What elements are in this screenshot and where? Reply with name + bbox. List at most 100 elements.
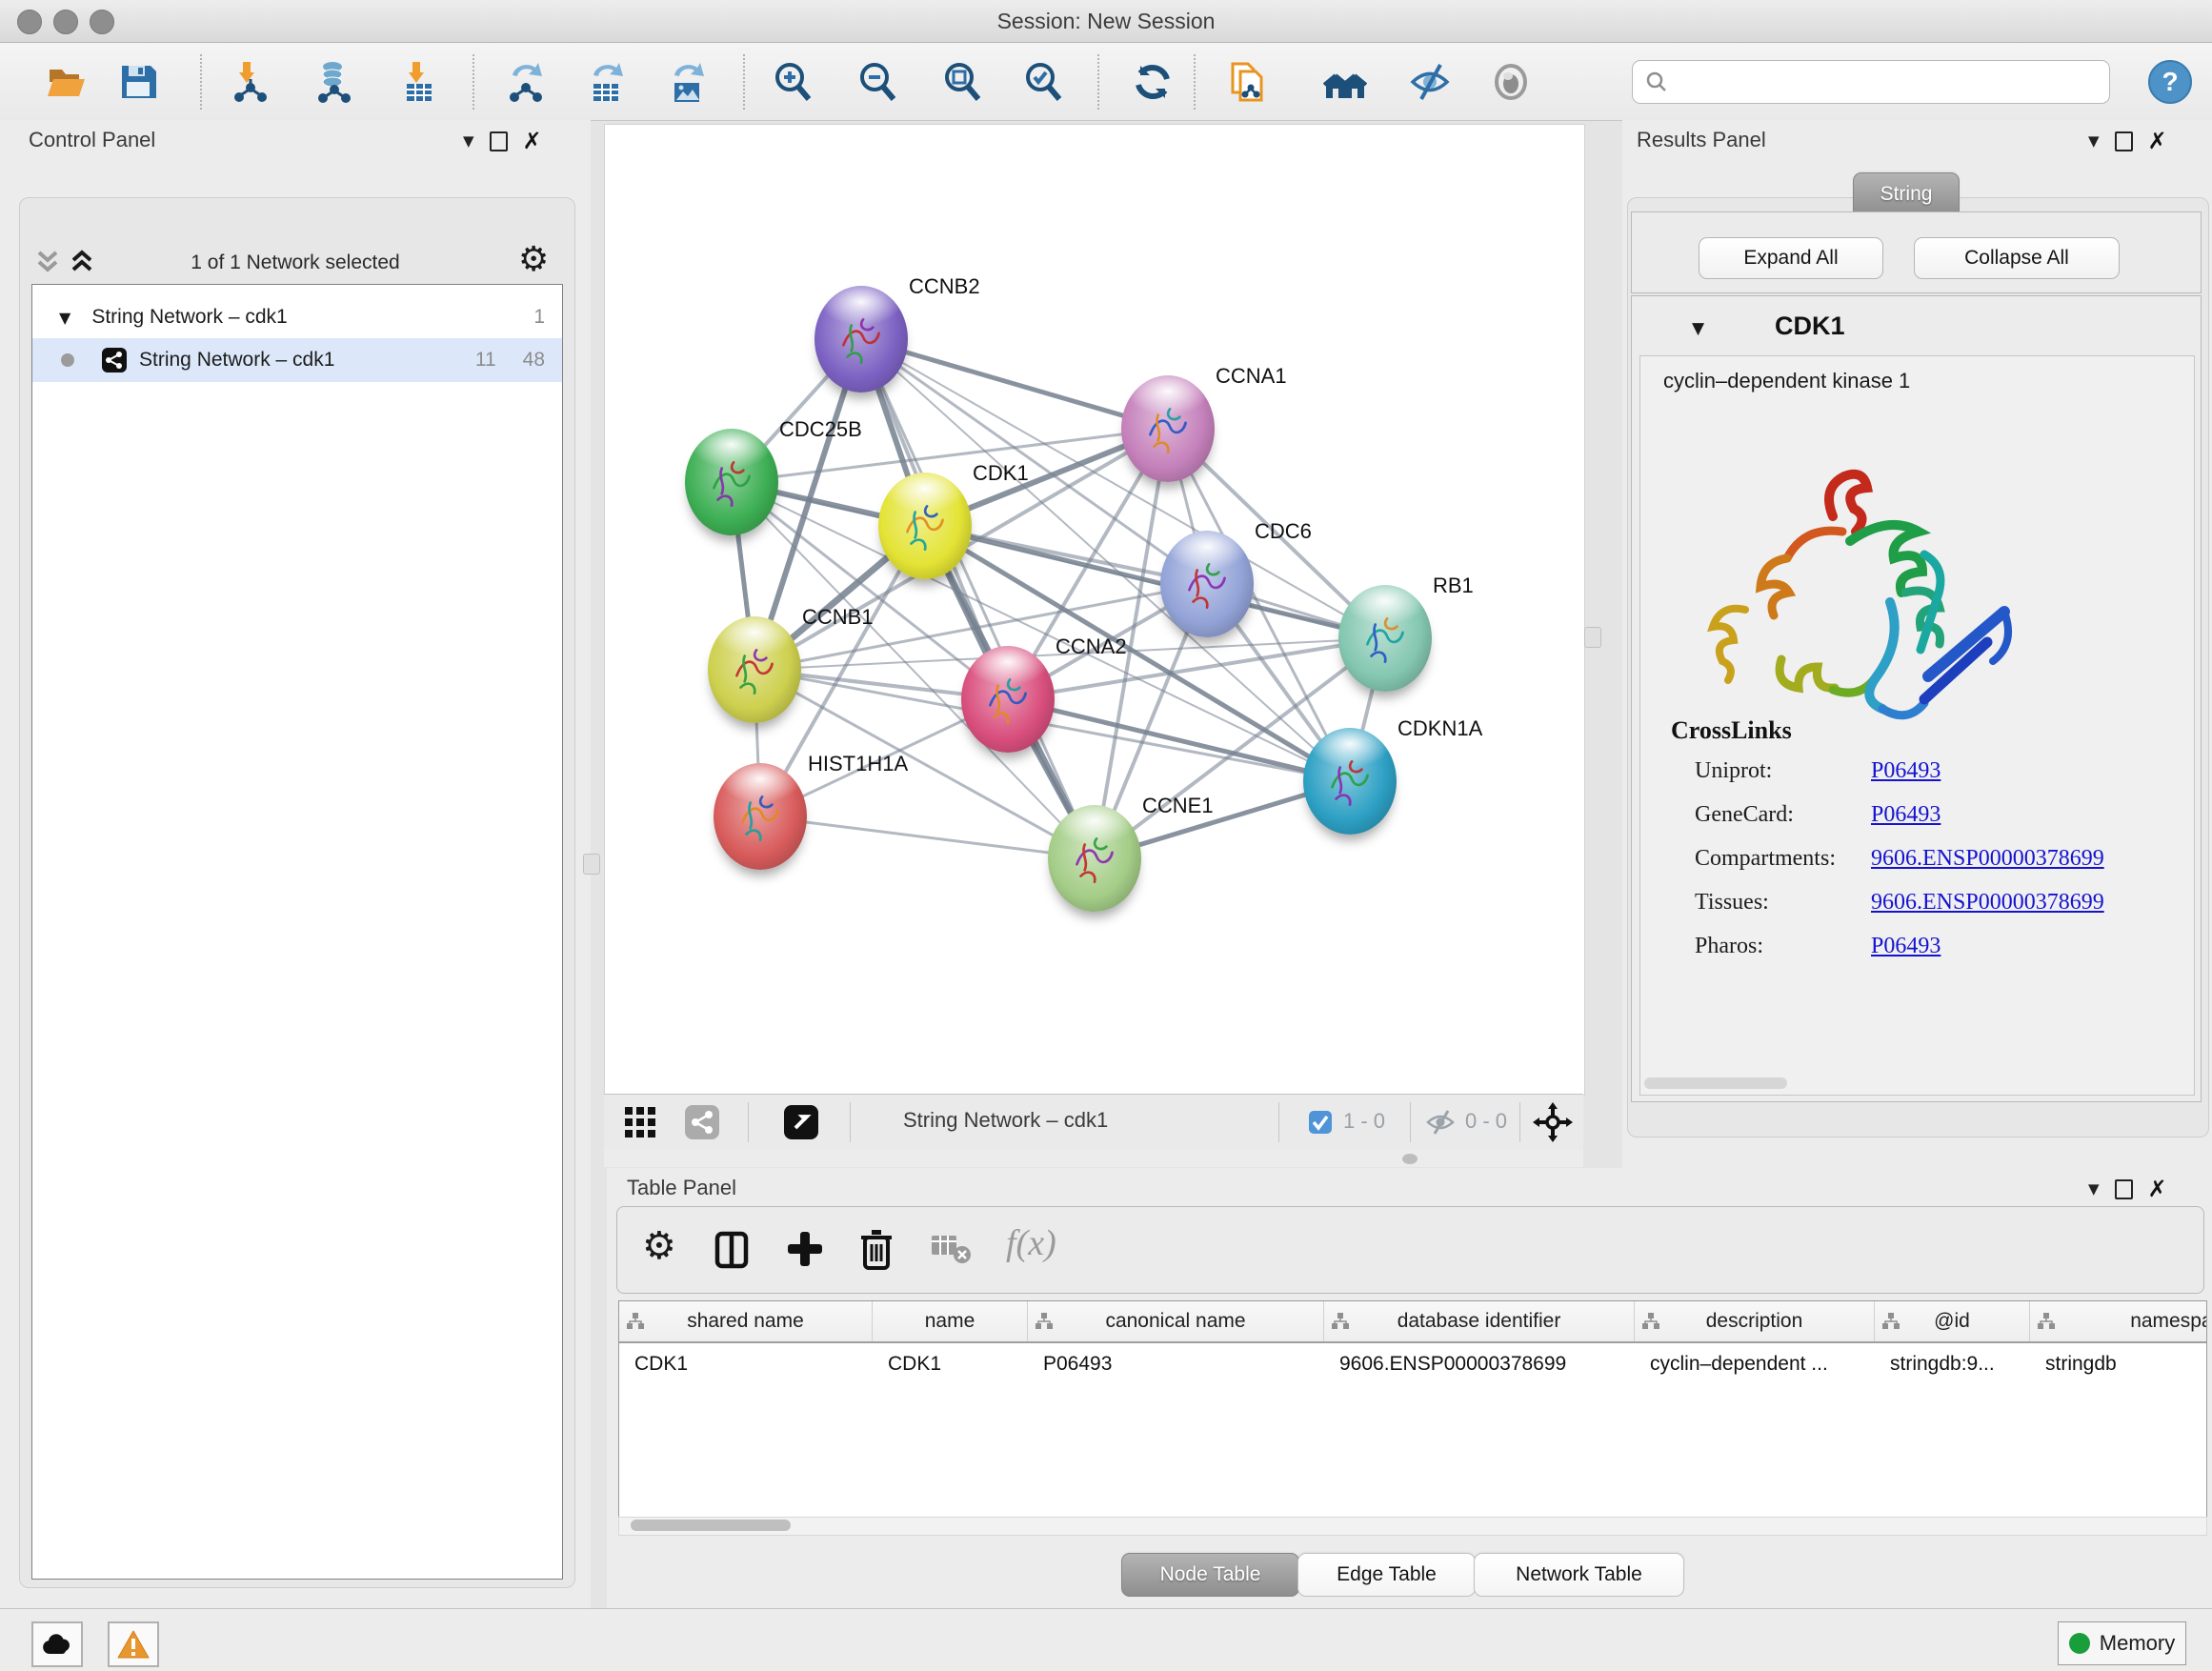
column-header-canonical-name[interactable]: canonical name xyxy=(1028,1301,1324,1341)
table-cell[interactable]: stringdb:9... xyxy=(1875,1343,2030,1385)
float-panel-icon[interactable] xyxy=(490,131,508,151)
expand-all-chevron-icon[interactable] xyxy=(69,248,95,276)
table-hscrollbar-thumb[interactable] xyxy=(631,1520,791,1531)
network-node-CCNA2[interactable] xyxy=(961,646,1055,753)
first-neighbors-icon[interactable] xyxy=(1321,58,1369,106)
show-columns-icon[interactable] xyxy=(714,1231,749,1269)
save-session-icon[interactable] xyxy=(114,58,162,106)
collapse-all-chevron-icon[interactable] xyxy=(34,248,61,276)
selected-indicator-checkbox-icon[interactable] xyxy=(1309,1111,1332,1134)
delete-columns-icon[interactable] xyxy=(859,1228,894,1270)
crosslink-link[interactable]: P06493 xyxy=(1871,934,1941,959)
network-node-CDC6[interactable] xyxy=(1160,531,1254,637)
open-session-icon[interactable] xyxy=(43,58,90,106)
node-table[interactable]: shared namenamecanonical namedatabase id… xyxy=(618,1300,2207,1518)
network-node-RB1[interactable] xyxy=(1338,585,1432,692)
hide-selected-icon[interactable] xyxy=(1406,58,1454,106)
column-header-name[interactable]: name xyxy=(873,1301,1028,1341)
import-network-from-database-icon[interactable] xyxy=(310,58,357,106)
tab-string[interactable]: String xyxy=(1853,172,1960,216)
new-network-from-selection-icon[interactable] xyxy=(1223,58,1271,106)
tab-network-table[interactable]: Network Table xyxy=(1474,1553,1684,1597)
table-cell[interactable]: P06493 xyxy=(1028,1343,1324,1385)
zoom-out-icon[interactable] xyxy=(854,58,901,106)
search-input[interactable] xyxy=(1675,70,2109,94)
column-header-namespace[interactable]: namespace xyxy=(2030,1301,2207,1341)
crosslink-link[interactable]: P06493 xyxy=(1871,802,1941,828)
protein-structure-image[interactable] xyxy=(1690,440,2023,755)
network-node-CCNA1[interactable] xyxy=(1121,375,1215,482)
column-header-database-identifier[interactable]: database identifier xyxy=(1324,1301,1635,1341)
grid-view-icon[interactable] xyxy=(625,1107,657,1137)
network-node-HIST1H1A[interactable] xyxy=(714,763,807,870)
show-all-icon[interactable] xyxy=(1487,58,1535,106)
table-cell[interactable]: cyclin–dependent ... xyxy=(1635,1343,1875,1385)
table-cell[interactable]: CDK1 xyxy=(619,1343,873,1385)
section-scrollbar-thumb[interactable] xyxy=(1644,1077,1787,1089)
crosslink-link[interactable]: 9606.ENSP00000378699 xyxy=(1871,846,2104,872)
export-network-icon[interactable] xyxy=(501,58,549,106)
network-node-CCNE1[interactable] xyxy=(1048,805,1141,912)
network-node-CDK1[interactable] xyxy=(878,473,972,579)
zoom-fit-icon[interactable] xyxy=(938,58,986,106)
network-collection-row[interactable]: ▼ String Network – cdk1 1 xyxy=(32,296,562,338)
crosslink-link[interactable]: P06493 xyxy=(1871,758,1941,784)
table-cell[interactable]: stringdb xyxy=(2030,1343,2207,1385)
column-header-@id[interactable]: @id xyxy=(1875,1301,2030,1341)
search-field[interactable] xyxy=(1632,60,2110,104)
table-options-gear-icon[interactable]: ⚙ xyxy=(642,1224,676,1268)
close-panel-icon[interactable]: ✗ xyxy=(2148,130,2167,152)
table-hscrollbar-track[interactable] xyxy=(618,1517,2207,1536)
edge-CDK1-RB1[interactable] xyxy=(925,526,1385,638)
import-network-from-file-icon[interactable] xyxy=(226,58,273,106)
delete-table-icon[interactable] xyxy=(932,1234,972,1266)
close-panel-icon[interactable]: ✗ xyxy=(2148,1178,2167,1200)
zoom-in-icon[interactable] xyxy=(769,58,816,106)
export-table-icon[interactable] xyxy=(582,58,630,106)
apply-layout-icon[interactable] xyxy=(1129,58,1176,106)
pan-mode-icon[interactable] xyxy=(1533,1102,1573,1142)
panel-menu-icon[interactable]: ▼ xyxy=(2088,1180,2100,1198)
left-splitter-handle[interactable] xyxy=(583,854,600,875)
collapse-all-button[interactable]: Collapse All xyxy=(1914,237,2120,279)
float-panel-icon[interactable] xyxy=(2115,1179,2133,1199)
close-panel-icon[interactable]: ✗ xyxy=(523,130,542,152)
network-node-CCNB1[interactable] xyxy=(708,616,801,723)
tab-edge-table[interactable]: Edge Table xyxy=(1297,1553,1476,1597)
edge-HIST1H1A-CCNE1[interactable] xyxy=(760,816,1095,858)
zoom-selected-icon[interactable] xyxy=(1019,58,1067,106)
help-button[interactable]: ? xyxy=(2146,58,2194,106)
network-node-CCNB2[interactable] xyxy=(814,286,908,393)
expand-all-button[interactable]: Expand All xyxy=(1699,237,1883,279)
horizontal-splitter[interactable] xyxy=(604,1150,1583,1167)
warning-button[interactable] xyxy=(108,1621,159,1667)
memory-button[interactable]: Memory xyxy=(2058,1621,2186,1665)
netbar-separator xyxy=(850,1102,851,1142)
network-node-CDC25B[interactable] xyxy=(685,429,778,535)
network-options-gear-icon[interactable]: ⚙ xyxy=(518,240,549,279)
edge-CCNB2-CCNE1[interactable] xyxy=(861,339,1095,858)
network-view-icon[interactable] xyxy=(684,1104,720,1140)
toolbar-separator xyxy=(1194,54,1196,110)
birds-eye-view-icon[interactable] xyxy=(783,1104,819,1140)
cloud-button[interactable] xyxy=(31,1621,83,1667)
create-column-icon[interactable] xyxy=(787,1231,823,1267)
network-canvas[interactable]: CCNB2CCNA1CDC25BCDK1CDC6RB1CCNB1CCNA2CDK… xyxy=(604,124,1585,1096)
table-row[interactable]: CDK1CDK1P064939606.ENSP00000378699cyclin… xyxy=(619,1343,2206,1385)
tab-node-table[interactable]: Node Table xyxy=(1121,1553,1299,1597)
import-table-from-file-icon[interactable] xyxy=(395,58,443,106)
float-panel-icon[interactable] xyxy=(2115,131,2133,151)
column-header-shared-name[interactable]: shared name xyxy=(619,1301,873,1341)
network-row-selected[interactable]: String Network – cdk1 11 48 xyxy=(32,338,562,382)
export-image-icon[interactable] xyxy=(663,58,711,106)
column-header-description[interactable]: description xyxy=(1635,1301,1875,1341)
tree-expand-icon[interactable]: ▼ xyxy=(59,309,70,327)
panel-menu-icon[interactable]: ▼ xyxy=(463,132,474,150)
right-splitter-handle[interactable] xyxy=(1584,627,1601,648)
table-cell[interactable]: 9606.ENSP00000378699 xyxy=(1324,1343,1635,1385)
section-collapse-icon[interactable]: ▼ xyxy=(1692,319,1704,338)
table-cell[interactable]: CDK1 xyxy=(873,1343,1028,1385)
network-node-CDKN1A[interactable] xyxy=(1303,728,1397,835)
panel-menu-icon[interactable]: ▼ xyxy=(2088,132,2100,150)
crosslink-link[interactable]: 9606.ENSP00000378699 xyxy=(1871,890,2104,916)
